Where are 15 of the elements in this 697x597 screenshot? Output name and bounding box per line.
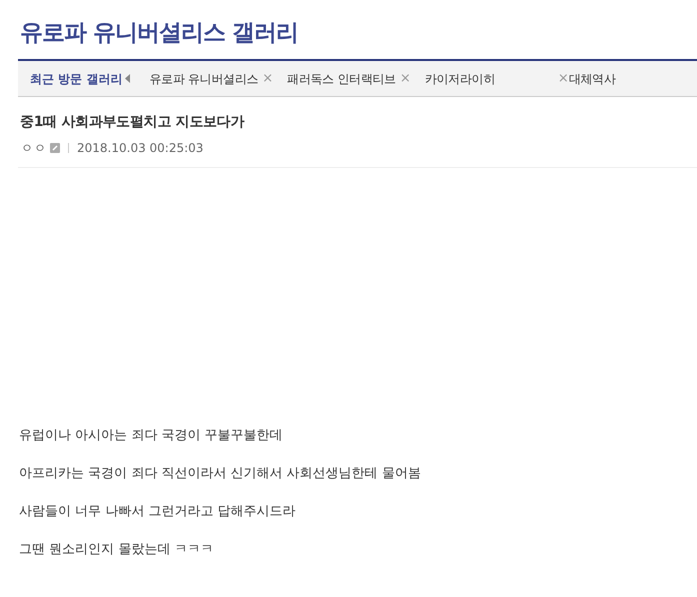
post-title: 중1때 사회과부도펼치고 지도보다가: [19, 113, 246, 132]
gallery-title[interactable]: 유로파 유니버셜리스 갤러리: [20, 16, 298, 50]
arrow-left-icon[interactable]: [125, 74, 132, 83]
recent-gallery-link[interactable]: 카이저라이히: [424, 70, 496, 88]
recent-gallery-link[interactable]: 패러독스 인터랙티브: [287, 70, 396, 88]
post-paragraph: 유럽이나 아시아는 죄다 국경이 꾸불꾸불한데: [19, 427, 284, 445]
recent-gallery-link[interactable]: 유로파 유니버셜리스: [149, 70, 258, 88]
post-date: 2018.10.03 00:25:03: [77, 140, 204, 157]
user-badge-icon: [50, 143, 60, 153]
post-paragraph: 그땐 뭔소리인지 몰랐는데 ㅋㅋㅋ: [19, 541, 214, 559]
post-paragraph: 아프리카는 국경이 죄다 직선이라서 신기해서 사회선생님한테 물어봄: [19, 465, 422, 483]
author-name[interactable]: ㅇㅇ: [21, 139, 47, 157]
post-paragraph: 사람들이 너무 나빠서 그런거라고 답해주시드라: [19, 503, 297, 521]
recent-gallery-link[interactable]: 대체역사: [568, 70, 616, 88]
recent-galleries-label: 최근 방문 갤러리: [30, 70, 122, 88]
